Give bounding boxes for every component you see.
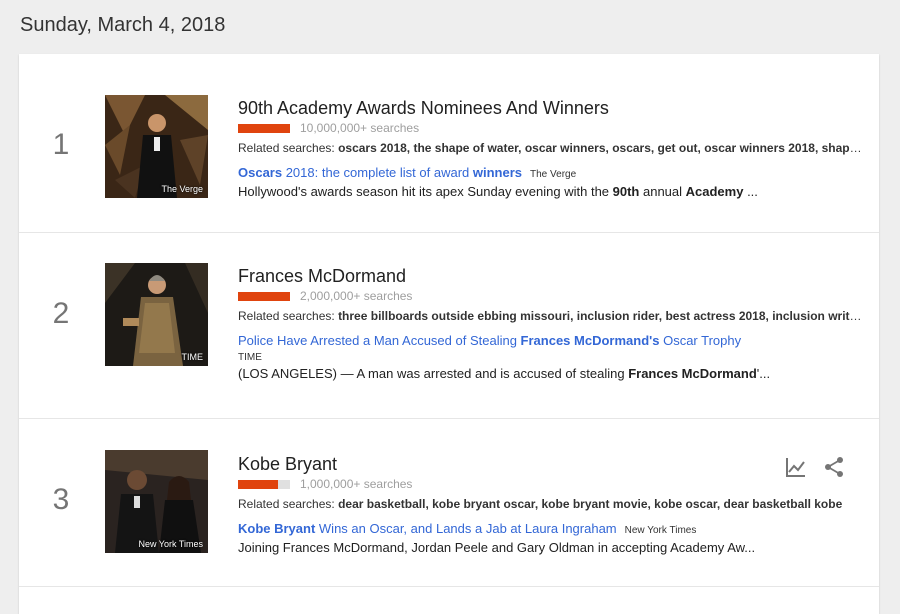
search-volume: 2,000,000+ searches xyxy=(238,288,863,305)
rank-number: 3 xyxy=(49,483,73,517)
thumbnail-source: The Verge xyxy=(161,184,203,194)
search-volume-fill xyxy=(238,124,290,133)
search-volume-fill xyxy=(238,480,278,489)
related-terms[interactable]: dear basketball, kobe bryant oscar, kobe… xyxy=(338,497,842,511)
news-article: Police Have Arrested a Man Accused of St… xyxy=(238,332,863,349)
kobe-bryant-image xyxy=(105,450,208,553)
search-count: 2,000,000+ xyxy=(300,289,360,303)
oscars-stage-image xyxy=(105,95,208,198)
rank-number: 2 xyxy=(49,297,73,331)
story-actions xyxy=(773,456,845,478)
related-terms[interactable]: oscars 2018, the shape of water, oscar w… xyxy=(338,141,863,155)
related-label: Related searches: xyxy=(238,141,338,155)
story-thumbnail[interactable]: TIME xyxy=(105,263,208,366)
news-article: Oscars 2018: the complete list of award … xyxy=(238,164,863,183)
trending-stories-card: 1 The Verge 90th Academy Awards Nominees… xyxy=(19,54,879,614)
search-volume: 10,000,000+ searches xyxy=(238,120,863,137)
related-searches: Related searches: dear basketball, kobe … xyxy=(238,496,863,512)
search-suffix: searches xyxy=(367,121,419,135)
related-terms[interactable]: three billboards outside ebbing missouri… xyxy=(338,309,863,323)
thumbnail-source: New York Times xyxy=(138,539,203,549)
story-title[interactable]: 90th Academy Awards Nominees And Winners xyxy=(238,97,863,119)
frances-mcdormand-image xyxy=(105,263,208,366)
search-volume-bar xyxy=(238,292,290,301)
story-row[interactable]: 1 The Verge 90th Academy Awards Nominees… xyxy=(19,54,879,233)
search-volume-bar xyxy=(238,124,290,133)
story-title[interactable]: Frances McDormand xyxy=(238,265,863,287)
search-volume: 1,000,000+ searches xyxy=(238,476,863,493)
share-icon[interactable] xyxy=(823,456,845,478)
news-snippet: Joining Frances McDormand, Jordan Peele … xyxy=(238,539,863,556)
news-article: Kobe Bryant Wins an Oscar, and Lands a J… xyxy=(238,520,863,539)
story-thumbnail[interactable]: The Verge xyxy=(105,95,208,198)
search-volume-fill xyxy=(238,292,290,301)
rank-number: 1 xyxy=(49,128,73,162)
search-volume-bar xyxy=(238,480,290,489)
related-searches: Related searches: three billboards outsi… xyxy=(238,308,863,324)
search-suffix: searches xyxy=(360,289,412,303)
news-source: The Verge xyxy=(530,169,576,180)
thumbnail-source: TIME xyxy=(182,352,204,362)
news-source: New York Times xyxy=(625,525,697,536)
story-row[interactable]: 2 TIME Frances McDormand 2,000,000+ sear… xyxy=(19,232,879,419)
search-suffix: searches xyxy=(360,477,412,491)
trend-chart-icon[interactable] xyxy=(785,456,807,478)
news-headline-link[interactable]: Kobe Bryant Wins an Oscar, and Lands a J… xyxy=(238,521,617,536)
news-headline-link[interactable]: Oscars 2018: the complete list of award … xyxy=(238,165,522,180)
news-headline-link[interactable]: Police Have Arrested a Man Accused of St… xyxy=(238,333,741,348)
news-source: TIME xyxy=(238,351,863,365)
news-snippet: (LOS ANGELES) — A man was arrested and i… xyxy=(238,365,863,382)
story-thumbnail[interactable]: New York Times xyxy=(105,450,208,553)
story-title[interactable]: Kobe Bryant xyxy=(238,453,863,475)
news-snippet: Hollywood's awards season hit its apex S… xyxy=(238,183,863,200)
story-row[interactable]: 3 New York Times Kobe Bryant 1,000,000+ … xyxy=(19,418,879,587)
related-searches: Related searches: oscars 2018, the shape… xyxy=(238,140,863,156)
date-header: Sunday, March 4, 2018 xyxy=(20,14,225,37)
related-label: Related searches: xyxy=(238,309,338,323)
related-label: Related searches: xyxy=(238,497,338,511)
search-count: 1,000,000+ xyxy=(300,477,360,491)
search-count: 10,000,000+ xyxy=(300,121,367,135)
